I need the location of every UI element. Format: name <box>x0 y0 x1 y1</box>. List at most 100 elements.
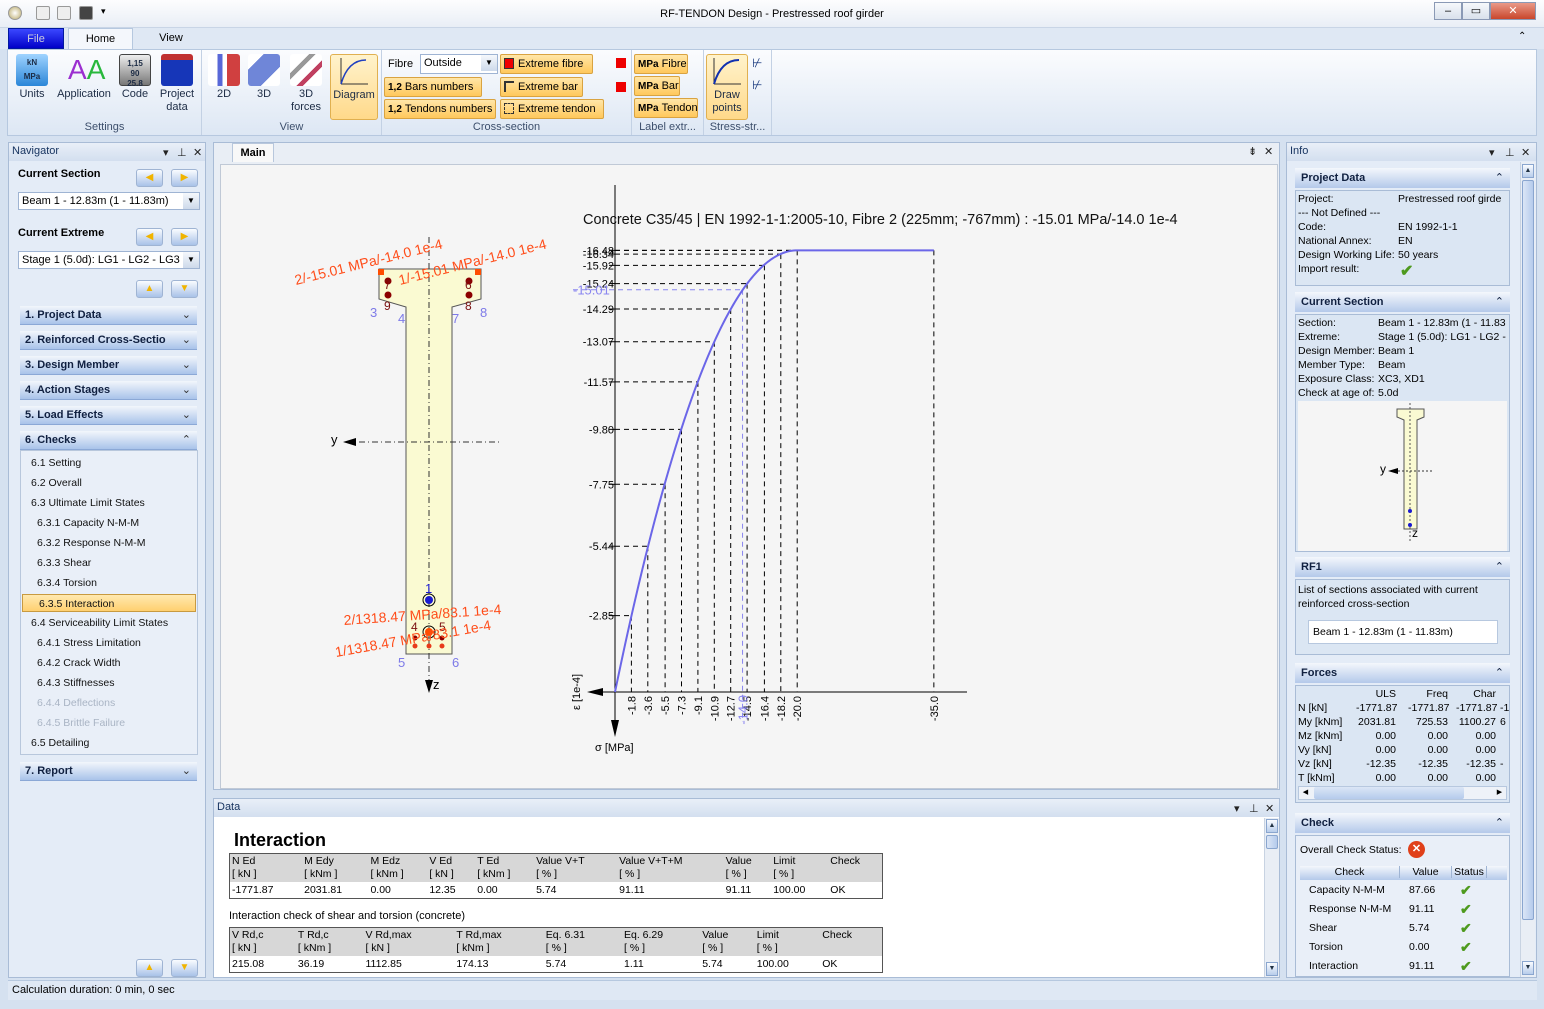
nav-section-2[interactable]: 2. Reinforced Cross-Sectio ⌄ <box>20 331 197 350</box>
pin-icon[interactable]: ⊥ <box>1505 145 1515 162</box>
scroll-down-button[interactable]: ▼ <box>171 280 198 298</box>
nav-section-4[interactable]: 4. Action Stages ⌄ <box>20 381 197 400</box>
current-section-select[interactable]: Beam 1 - 12.83m (1 - 11.83m) ▼ <box>18 192 200 210</box>
scroll-up-icon[interactable]: ▲ <box>1522 164 1534 178</box>
3d-button[interactable]: 3D <box>246 54 282 101</box>
forces-hscrollbar[interactable]: ◀ ▶ <box>1298 786 1507 800</box>
extreme-tendon-button[interactable]: Extreme tendon <box>500 99 604 119</box>
scroll-down-icon[interactable]: ▼ <box>1266 962 1278 976</box>
nav-item[interactable]: 6.4.1 Stress Limitation <box>21 634 195 652</box>
tendons-numbers-button[interactable]: 1,2 Tendons numbers <box>384 99 496 119</box>
nav-item[interactable]: 6.3.3 Shear <box>21 554 195 572</box>
data-scrollbar[interactable]: ▲ ▼ <box>1264 818 1279 977</box>
project-data-header[interactable]: Project Data ⌃ <box>1295 168 1510 188</box>
prev-extreme-button[interactable]: ◀ <box>136 228 163 246</box>
draw-points-button[interactable]: Draw points <box>706 54 748 120</box>
pin-icon[interactable]: ⊥ <box>1249 801 1259 818</box>
bars-numbers-button[interactable]: 1,2 Bars numbers <box>384 77 482 97</box>
nav-item[interactable]: 6.3 Ultimate Limit States <box>21 494 195 512</box>
scroll-up-icon[interactable]: ▲ <box>1266 819 1278 833</box>
expand-icon[interactable]: ⌄ <box>182 356 191 374</box>
nav-item[interactable]: 6.4.2 Crack Width <box>21 654 195 672</box>
scroll-thumb[interactable] <box>1522 180 1534 920</box>
maximize-button[interactable]: ▭ <box>1462 2 1490 20</box>
3d-forces-button[interactable]: 3D forces <box>286 54 326 114</box>
scroll-down-bottom-button[interactable]: ▼ <box>171 959 198 977</box>
close-icon[interactable]: ✕ <box>193 145 202 162</box>
extreme-bar-button[interactable]: Extreme bar <box>500 77 583 97</box>
panel-menu-icon[interactable]: ⇟ <box>1248 145 1257 158</box>
rf1-section-item[interactable]: Beam 1 - 12.83m (1 - 11.83m) <box>1308 620 1498 644</box>
min-stress-icon[interactable] <box>616 82 626 92</box>
nav-item[interactable]: 6.3.5 Interaction <box>22 594 196 612</box>
expand-icon[interactable]: ⌄ <box>182 306 191 324</box>
nav-item[interactable]: 6.3.2 Response N-M-M <box>21 534 195 552</box>
compression-curve-icon[interactable]: ⊬ <box>752 78 762 92</box>
nav-item[interactable]: 6.4 Serviceability Limit States <box>21 614 195 632</box>
tab-home[interactable]: Home <box>68 28 133 50</box>
pin-icon[interactable]: ⊥ <box>177 145 187 162</box>
forces-header[interactable]: Forces ⌃ <box>1295 663 1510 683</box>
scroll-right-icon[interactable]: ▶ <box>1493 787 1506 799</box>
tab-file[interactable]: File <box>8 28 64 49</box>
rf1-header[interactable]: RF1 ⌃ <box>1295 557 1510 577</box>
fibre-select[interactable]: Outside ▼ <box>420 54 498 74</box>
current-section-header[interactable]: Current Section ⌃ <box>1295 292 1510 312</box>
collapse-icon[interactable]: ⌃ <box>1495 168 1504 188</box>
nav-item[interactable]: 6.4.3 Stiffnesses <box>21 674 195 692</box>
collapse-icon[interactable]: ⌃ <box>1495 663 1504 683</box>
info-scrollbar[interactable]: ▲ ▼ <box>1520 162 1535 977</box>
nav-section-5[interactable]: 5. Load Effects ⌄ <box>20 406 197 425</box>
next-extreme-button[interactable]: ▶ <box>171 228 198 246</box>
units-button[interactable]: kN MPa Units <box>14 54 50 101</box>
close-button[interactable]: ✕ <box>1490 2 1536 20</box>
diagram-button[interactable]: Diagram <box>330 54 378 120</box>
panel-menu-icon[interactable]: ▾ <box>163 145 169 162</box>
close-icon[interactable]: ✕ <box>1521 145 1530 162</box>
nav-section-7[interactable]: 7. Report ⌄ <box>20 762 197 781</box>
nav-item[interactable]: 6.3.1 Capacity N-M-M <box>21 514 195 532</box>
label-fibre-button[interactable]: MPa Fibre <box>634 54 688 74</box>
application-button[interactable]: AA Application <box>54 54 114 101</box>
collapse-icon[interactable]: ⌃ <box>1495 813 1504 833</box>
current-extreme-select[interactable]: Stage 1 (5.0d): LG1 - LG2 - LG3 ▼ <box>18 251 200 269</box>
tab-view[interactable]: View <box>150 28 192 49</box>
nav-section-1[interactable]: 1. Project Data ⌄ <box>20 306 197 325</box>
panel-menu-icon[interactable]: ▾ <box>1489 145 1495 162</box>
collapse-icon[interactable]: ⌃ <box>1495 557 1504 577</box>
expand-icon[interactable]: ⌄ <box>182 381 191 399</box>
expand-icon[interactable]: ⌄ <box>182 762 191 780</box>
nav-item[interactable]: 6.3.4 Torsion <box>21 574 195 592</box>
code-button[interactable]: 1,15 90 25.8 Code <box>118 54 152 101</box>
nav-section-6[interactable]: 6. Checks ⌃ <box>20 431 197 450</box>
prev-section-button[interactable]: ◀ <box>136 169 163 187</box>
label-bar-button[interactable]: MPa Bar <box>634 76 680 96</box>
close-icon[interactable]: ✕ <box>1265 801 1274 818</box>
scroll-down-icon[interactable]: ▼ <box>1522 961 1534 975</box>
label-tendon-button[interactable]: MPa Tendon <box>634 98 698 118</box>
panel-menu-icon[interactable]: ▾ <box>1234 801 1240 818</box>
scroll-left-icon[interactable]: ◀ <box>1299 787 1312 799</box>
collapse-icon[interactable]: ⌃ <box>1495 292 1504 312</box>
minimize-button[interactable]: ‒ <box>1434 2 1462 20</box>
nav-section-3[interactable]: 3. Design Member ⌄ <box>20 356 197 375</box>
extreme-fibre-button[interactable]: Extreme fibre <box>500 54 593 74</box>
collapse-ribbon-icon[interactable]: ⌃ <box>1518 31 1526 42</box>
scroll-thumb[interactable] <box>1266 835 1278 849</box>
scroll-up-button[interactable]: ▲ <box>136 280 163 298</box>
2d-button[interactable]: 2D <box>206 54 242 101</box>
scroll-up-bottom-button[interactable]: ▲ <box>136 959 163 977</box>
close-icon[interactable]: ✕ <box>1264 145 1273 158</box>
nav-item[interactable]: 6.5 Detailing <box>21 734 195 752</box>
nav-item[interactable]: 6.1 Setting <box>21 454 195 472</box>
expand-icon[interactable]: ⌄ <box>182 406 191 424</box>
project-data-button[interactable]: Project data <box>156 54 198 114</box>
expand-icon[interactable]: ⌄ <box>182 331 191 349</box>
collapse-icon[interactable]: ⌃ <box>182 431 191 449</box>
nav-item[interactable]: 6.2 Overall <box>21 474 195 492</box>
scroll-thumb[interactable] <box>1314 787 1464 799</box>
check-header[interactable]: Check ⌃ <box>1295 813 1510 833</box>
tension-curve-icon[interactable]: ⊬ <box>752 56 762 70</box>
tab-main[interactable]: Main <box>232 143 274 162</box>
max-stress-icon[interactable] <box>616 58 626 68</box>
